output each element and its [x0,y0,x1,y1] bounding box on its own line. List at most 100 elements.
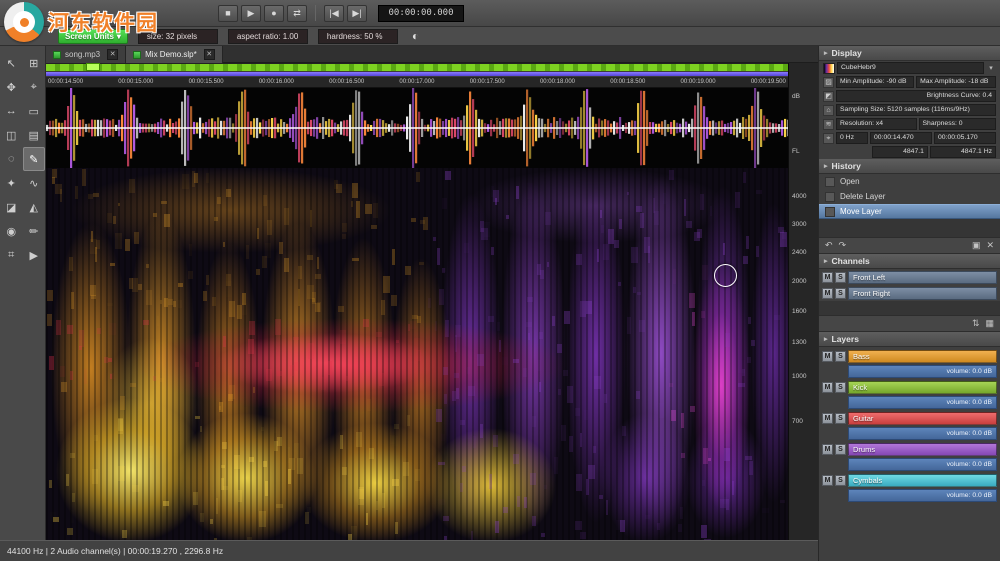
time-length-field[interactable]: 00:00:05.170 [934,132,996,144]
lasso-tool[interactable]: ◌ [0,147,23,171]
close-icon[interactable]: ✕ [203,49,215,60]
aspect-ratio-field[interactable]: aspect ratio: 1.00 [227,28,308,44]
mute-button[interactable]: M [822,475,833,486]
time-start-field[interactable]: 00:00:14.470 [870,132,932,144]
sampling-size-field[interactable]: Sampling Size: 5120 samples (116ms/9Hz) [836,104,996,116]
tab-mix-demo[interactable]: Mix Demo.slp* ✕ [126,46,223,63]
layer-name-bar[interactable]: Kick [848,381,997,394]
sampling-icon[interactable]: ⌂ [823,104,834,116]
timeline-ruler[interactable]: 00:00:14.500 00:00:15.000 00:00:15.500 0… [46,77,788,88]
channel-row-front-right[interactable]: M S Front Right [819,286,1000,301]
layer-row-guitar[interactable]: M S Guitar [819,411,1000,426]
tab-song-mp3[interactable]: song.mp3 ✕ [46,46,127,63]
frequency-field[interactable]: 0 Hz [836,132,868,144]
play-button[interactable]: ▶ [241,4,261,22]
solo-button[interactable]: S [835,288,846,299]
contrast-icon[interactable]: ◐ [412,29,419,43]
frequency-value-field[interactable]: 4847.1 [872,146,928,158]
layers-section-header[interactable]: ▸ Layers [819,332,1000,347]
mute-button[interactable]: M [822,288,833,299]
history-item-delete-layer[interactable]: Delete Layer [819,189,1000,204]
zoom-tool[interactable]: ⌖ [23,75,46,99]
layer-name-bar[interactable]: Drums [848,443,997,456]
layer-volume-row[interactable]: volume: 0.0 dB [848,365,997,378]
hand-tool[interactable]: ✥ [0,75,23,99]
frequency-ruler[interactable]: dB FL 4000 3000 2400 2000 1600 1300 1000… [788,63,818,540]
skip-end-button[interactable]: ▶| [347,4,367,22]
sharpness-field[interactable]: Sharpness: 0 [918,118,997,130]
grid-icon[interactable]: ▦ [985,318,994,329]
loudness-overview-bar[interactable] [46,63,788,71]
channel-name-bar[interactable]: Front Right [848,287,997,300]
layer-volume-row[interactable]: volume: 0.0 dB [848,427,997,440]
display-section-header[interactable]: ▸ Display [819,46,1000,61]
transform-tool[interactable]: ⊞ [23,51,46,75]
colormap-dropdown[interactable]: CubeHebr9 [837,62,984,74]
history-item-move-layer[interactable]: Move Layer [819,204,1000,219]
mute-button[interactable]: M [822,382,833,393]
channel-row-front-left[interactable]: M S Front Left [819,270,1000,285]
layer-row-kick[interactable]: M S Kick [819,380,1000,395]
clone-tool[interactable]: ◉ [0,219,23,243]
solo-button[interactable]: S [835,413,846,424]
layer-name-bar[interactable]: Cymbals [848,474,997,487]
undo-icon[interactable]: ↶ [825,240,833,251]
pencil-tool[interactable]: ✏ [23,219,46,243]
solo-button[interactable]: S [835,351,846,362]
playback-tool[interactable]: ▶ [23,243,46,267]
amplitude-icon[interactable]: ▨ [823,76,834,88]
layer-volume-row[interactable]: volume: 0.0 dB [848,489,997,502]
min-amplitude-field[interactable]: Min Amplitude: -90 dB [836,76,915,88]
wand-tool[interactable]: ✦ [0,171,23,195]
brightness-curve-field[interactable]: Brightness Curve: 0.4 [836,90,996,102]
reorder-icon[interactable]: ⇅ [972,318,980,329]
brightness-icon[interactable]: ◩ [823,90,834,102]
record-button[interactable]: ● [264,4,284,22]
eraser-tool[interactable]: ◪ [0,195,23,219]
mute-button[interactable]: M [822,444,833,455]
freq-select-tool[interactable]: ▤ [23,123,46,147]
mute-button[interactable]: M [822,272,833,283]
max-amplitude-field[interactable]: Max Amplitude: -18 dB [916,76,997,88]
hardness-field[interactable]: hardness: 50 % [317,28,398,44]
chevron-down-icon[interactable]: ▾ [986,64,996,72]
marquee-tool[interactable]: ▭ [23,99,46,123]
solo-button[interactable]: S [835,444,846,455]
scroll-tool[interactable]: ↔ [0,99,23,123]
layer-name-bar[interactable]: Guitar [848,412,997,425]
overview-secondary-bar[interactable] [46,72,788,76]
solo-button[interactable]: S [835,272,846,283]
spectrogram-view[interactable] [46,168,788,540]
close-icon[interactable]: ✕ [107,49,119,60]
brush-tool[interactable]: ✎ [22,147,45,171]
resolution-field[interactable]: Resolution: x4 [836,118,917,130]
resolution-icon[interactable]: ≋ [823,118,834,130]
layer-row-drums[interactable]: M S Drums [819,442,1000,457]
skip-start-button[interactable]: |◀ [324,4,344,22]
harmonics-tool[interactable]: ∿ [23,171,46,195]
select-tool[interactable]: ↖ [0,51,23,75]
mute-button[interactable]: M [822,351,833,362]
layer-volume-row[interactable]: volume: 0.0 dB [848,396,997,409]
layer-name-bar[interactable]: Bass [848,350,997,363]
redo-icon[interactable]: ↷ [839,240,847,251]
channel-name-bar[interactable]: Front Left [848,271,997,284]
measure-tool[interactable]: ⌗ [0,243,23,267]
layer-volume-row[interactable]: volume: 0.0 dB [848,458,997,471]
copy-icon[interactable]: ▣ [972,240,981,251]
frequency-value-hz-field[interactable]: 4847.1 Hz [929,146,996,158]
layer-row-cymbals[interactable]: M S Cymbals [819,473,1000,488]
channels-section-header[interactable]: ▸ Channels [819,254,1000,269]
amplify-tool[interactable]: ◭ [23,195,46,219]
history-section-header[interactable]: ▸ History [819,159,1000,174]
waveform-view[interactable] [46,88,788,168]
position-icon[interactable]: ⌖ [823,132,834,144]
delete-icon[interactable]: ✕ [986,240,994,251]
mute-button[interactable]: M [822,413,833,424]
history-item-open[interactable]: Open [819,174,1000,189]
time-select-tool[interactable]: ◫ [0,123,23,147]
solo-button[interactable]: S [835,475,846,486]
loop-button[interactable]: ⇄ [287,4,307,22]
layer-row-bass[interactable]: M S Bass [819,349,1000,364]
overview-selection-marker[interactable] [86,63,100,71]
